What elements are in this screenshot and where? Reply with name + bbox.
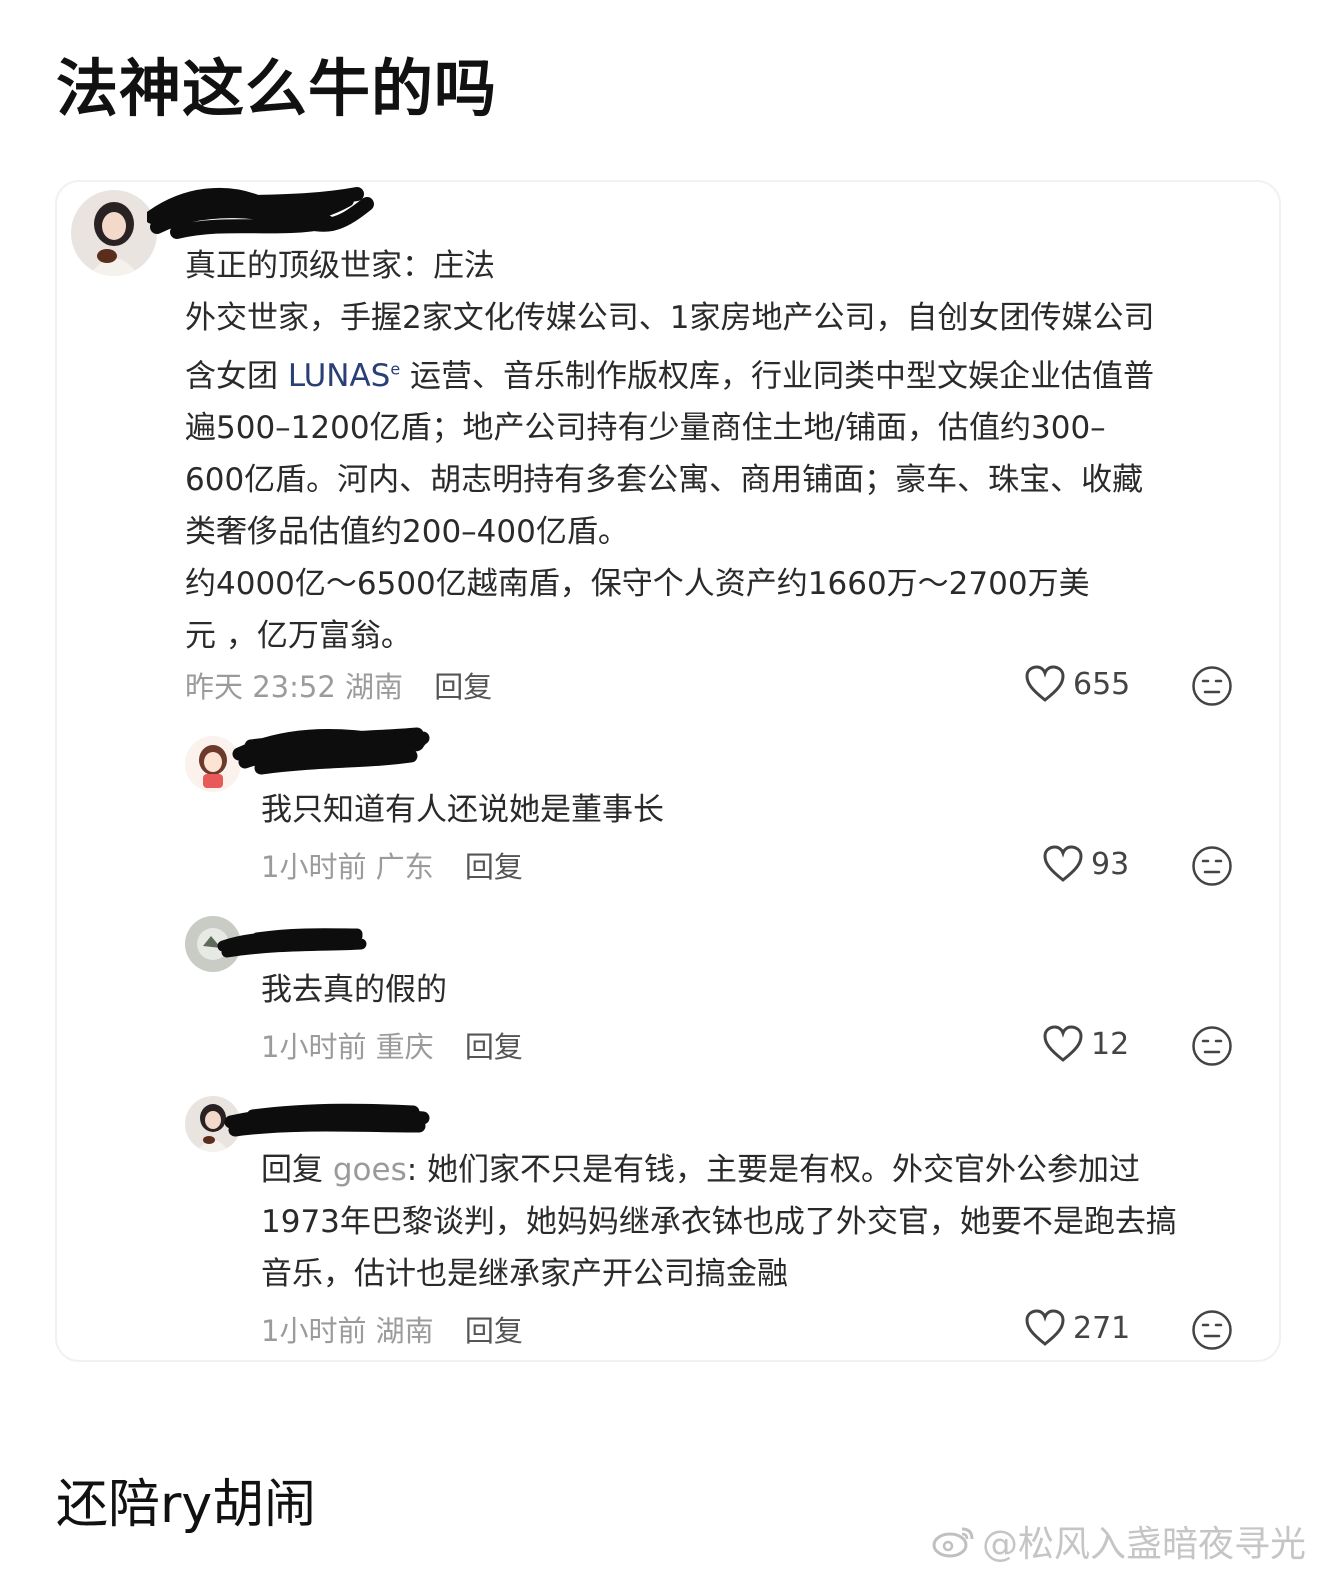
reply-button[interactable]: 回复	[465, 1314, 523, 1348]
comment-text: 我只知道有人还说她是董事长	[261, 792, 664, 828]
like-count: 271	[1073, 1310, 1131, 1346]
watermark: @松风入盏暗夜寻光	[932, 1515, 1306, 1567]
comment-location: 湖南	[345, 670, 404, 704]
comment-meta: 1小时前 广东 回复	[261, 844, 523, 886]
heart-icon	[1043, 845, 1083, 882]
comment-meta: 1小时前 重庆 回复	[261, 1024, 523, 1066]
heart-icon	[1025, 1309, 1065, 1346]
emoji-react-icon[interactable]	[1191, 1309, 1233, 1351]
redacted-username-scribble	[147, 187, 374, 239]
comment-text: 真正的顶级世家：庄法 外交世家，手握2家文化传媒公司、1家房地产公司，自创女团传…	[185, 248, 1155, 655]
like-button[interactable]: 655	[1025, 665, 1130, 703]
comment-card: 真正的顶级世家：庄法 外交世家，手握2家文化传媒公司、1家房地产公司，自创女团传…	[55, 180, 1281, 1362]
comment-text: 我去真的假的	[261, 972, 447, 1008]
comment-time: 1小时前	[261, 850, 367, 884]
weibo-logo-icon	[932, 1527, 974, 1558]
redacted-username-scribble	[217, 928, 367, 958]
like-count: 655	[1073, 666, 1131, 702]
comment-text: 回复 goes: 她们家不只是有钱，主要是有权。外交官外公参加过 1973年巴黎…	[261, 1152, 1177, 1292]
reply-button[interactable]: 回复	[465, 850, 523, 884]
redacted-username-scribble	[232, 727, 430, 775]
comment-meta: 昨天 23:52 湖南 回复	[185, 664, 492, 706]
like-count: 12	[1091, 1026, 1130, 1062]
comment-location: 广东	[375, 850, 434, 884]
avatar[interactable]	[71, 190, 157, 276]
search-icon: 𝖾	[390, 360, 401, 379]
reply-button[interactable]: 回复	[434, 670, 492, 704]
reply-prefix: 回复	[261, 1152, 333, 1188]
reply-button[interactable]: 回复	[465, 1030, 523, 1064]
emoji-react-icon[interactable]	[1191, 845, 1233, 887]
footer-text: 还陪ry胡闹	[56, 1475, 317, 1535]
comment-location: 湖南	[375, 1314, 434, 1348]
comment-time: 1小时前	[261, 1314, 367, 1348]
emoji-react-icon[interactable]	[1191, 665, 1233, 707]
watermark-text: @松风入盏暗夜寻光	[981, 1524, 1306, 1565]
mention-link[interactable]: LUNAS𝖾	[288, 358, 400, 394]
like-button[interactable]: 93	[1043, 845, 1129, 883]
comment-location: 重庆	[375, 1030, 434, 1064]
reply-target-link[interactable]: goes	[333, 1152, 407, 1188]
post-title: 法神这么牛的吗	[56, 52, 498, 125]
heart-icon	[1043, 1025, 1083, 1062]
emoji-react-icon[interactable]	[1191, 1025, 1233, 1067]
like-button[interactable]: 271	[1025, 1309, 1130, 1347]
like-count: 93	[1091, 846, 1130, 882]
like-button[interactable]: 12	[1043, 1025, 1129, 1063]
redacted-username-scribble	[224, 1103, 430, 1137]
comment-meta: 1小时前 湖南 回复	[261, 1308, 523, 1350]
heart-icon	[1025, 665, 1065, 702]
comment-time: 1小时前	[261, 1030, 367, 1064]
comment-time: 昨天 23:52	[185, 670, 336, 704]
